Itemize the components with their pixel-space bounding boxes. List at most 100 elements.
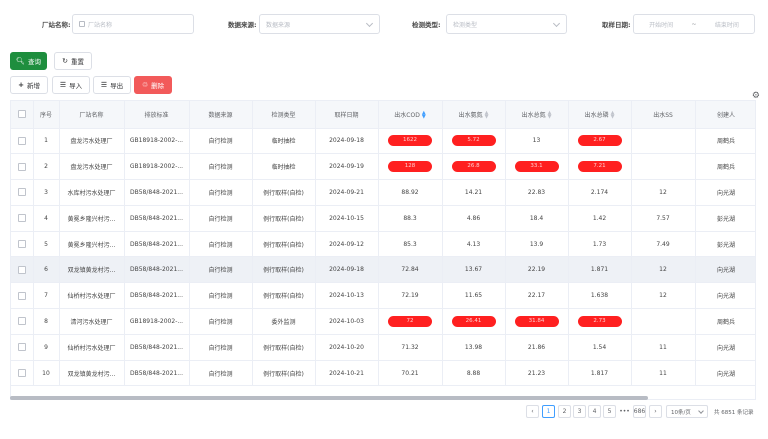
cell-date: 2024-10-13 [315,282,379,310]
cell-std: DB58/848-2021... [124,205,190,232]
cell-no: 1 [33,128,60,155]
cell-ss: 12 [631,282,696,310]
reset-button[interactable]: ↻ 重置 [54,52,92,70]
horizontal-scrollbar[interactable] [10,396,648,400]
header-tn[interactable]: 出水总氮 ▲ ▼ [505,101,569,129]
cell-tp: 1.871 [568,256,632,284]
header-no: 序号 [33,101,60,129]
page-button-3[interactable]: 3 [573,405,586,418]
cell-tp: 1.54 [568,334,632,361]
table-row[interactable]: 8 清河污水处理厂 GB18918-2002-... 自行检测 委外监测 2024-10-… [11,308,755,335]
cell-creator: 向光湖 [695,282,755,310]
row-checkbox[interactable] [11,256,34,284]
cell-creator: 向光湖 [695,360,755,387]
cell-name: 仙桥村污水处理厂 [59,334,125,361]
type-select[interactable]: 检测类型 [446,14,567,34]
table-row[interactable]: 3 水库村污水处理厂 DB58/848-2021... 自行检测 例行取样(自检) 202… [11,179,755,206]
cell-std: DB58/848-2021... [124,256,190,284]
row-checkbox[interactable] [11,231,34,258]
page-button-last[interactable]: 686 [633,405,646,418]
header-standard: 排放标准 [124,101,190,129]
source-select[interactable]: 数据来源 [259,14,380,34]
search-button[interactable]: 🔍︎ 查询 [10,52,47,70]
cell-source: 自行检测 [189,256,253,284]
date-start-placeholder[interactable]: 开始时间 [649,20,673,29]
sort-icon[interactable]: ▲ ▼ [485,111,489,120]
alert-badge: 31.84 [514,315,559,327]
cell-cod: 85.3 [378,231,443,258]
cell-name: 盘龙污水处理厂 [59,153,125,181]
cell-tn: 13 [505,128,569,155]
alert-badge: 72 [388,315,432,327]
cell-ss [631,308,696,335]
cell-nh: 5.72 [442,128,506,155]
cell-creator: 周鹤兵 [695,128,755,155]
table-row[interactable]: 1 盘龙污水处理厂 GB18918-2002-... 自行检测 临时抽检 2024-09-… [11,128,755,155]
row-checkbox[interactable] [11,179,34,206]
row-checkbox[interactable] [11,334,34,361]
cell-no: 3 [33,179,60,206]
prev-page-button[interactable]: ‹ [526,405,539,418]
table-row[interactable]: 10 双龙镇黄龙村污... DB58/848-2021... 自行检测 例行取样(自检)… [11,360,755,387]
cell-date: 2024-09-18 [315,256,379,284]
cell-nh: 26.41 [442,308,506,335]
row-checkbox[interactable] [11,128,34,155]
import-button[interactable]: ☰ 导入 [52,76,90,94]
page-ellipsis[interactable]: ••• [618,405,631,418]
page-button-2[interactable]: 2 [558,405,571,418]
cell-type: 临时抽检 [252,128,316,155]
table-row[interactable]: 5 黄冕乡隆兴村污... DB58/848-2021... 自行检测 例行取样(自检) 2… [11,231,755,258]
header-nh3n[interactable]: 出水氨氮 ▲ ▼ [442,101,506,129]
add-button[interactable]: + 新增 [10,76,48,94]
page-size-select[interactable]: 10条/页 [666,405,708,418]
cell-nh: 11.65 [442,282,506,310]
source-label: 数据来源: [228,21,257,29]
date-range-picker[interactable]: 开始时间 ~ 结束时间 [633,14,755,34]
cell-ss: 12 [631,256,696,284]
header-factory: 厂站名称 [59,101,125,129]
cell-type: 例行取样(自检) [252,179,316,206]
date-end-placeholder[interactable]: 结束时间 [715,20,739,29]
page-button-5[interactable]: 5 [603,405,616,418]
search-icon: 🔍︎ [16,56,25,65]
header-date: 取样日期 [315,101,379,129]
select-all-checkbox[interactable] [11,101,34,129]
page-button-1[interactable]: 1 [542,405,555,418]
cell-nh: 4.13 [442,231,506,258]
page-button-4[interactable]: 4 [588,405,601,418]
cell-date: 2024-10-15 [315,205,379,232]
row-checkbox[interactable] [11,205,34,232]
sort-icon[interactable]: ▲ ▼ [611,111,615,120]
chevron-down-icon [698,408,704,414]
cell-tp: 1.638 [568,282,632,310]
cell-creator: 向光湖 [695,256,755,284]
cell-nh: 14.21 [442,179,506,206]
cell-nh: 8.88 [442,360,506,387]
next-page-button[interactable]: › [649,405,662,418]
cell-creator: 彭光湖 [695,205,755,232]
alert-badge: 26.41 [451,315,496,327]
row-checkbox[interactable] [11,282,34,310]
row-checkbox[interactable] [11,360,34,387]
table-row[interactable]: 7 仙桥村污水处理厂 DB58/848-2021... 自行检测 例行取样(自检) 202… [11,282,755,310]
cell-std: GB18918-2002-... [124,153,190,181]
table-row[interactable]: 6 双龙镇黄龙村污... DB58/848-2021... 自行检测 例行取样(自检) 2… [11,256,755,284]
sort-icon[interactable]: ▲ ▼ [422,111,426,120]
export-button[interactable]: ☰ 导出 [93,76,131,94]
table-row[interactable]: 2 盘龙污水处理厂 GB18918-2002-... 自行检测 临时抽检 2024-09-… [11,153,755,181]
row-checkbox[interactable] [11,153,34,181]
factory-input[interactable]: 厂站名称 [72,14,194,34]
alert-badge: 128 [388,161,432,173]
cell-cod: 128 [378,153,443,181]
cell-name: 双龙镇黄龙村污... [59,360,125,387]
delete-button[interactable]: ♲︎ 删除 [134,76,172,94]
header-cod[interactable]: 出水COD ▲ ▼ [378,101,443,129]
sort-icon[interactable]: ▲ ▼ [548,111,552,120]
table-row[interactable]: 9 仙桥村污水处理厂 DB58/848-2021... 自行检测 例行取样(自检) 202… [11,334,755,361]
table-row[interactable]: 4 黄冕乡隆兴村污... DB58/848-2021... 自行检测 例行取样(自检) 2… [11,205,755,232]
alert-badge: 5.72 [451,135,496,147]
cell-source: 自行检测 [189,360,253,387]
row-checkbox[interactable] [11,308,34,335]
data-table: 序号 厂站名称 排放标准 数据来源 检测类型 取样日期 出水COD ▲ ▼ 出水氨氮… [10,100,756,400]
header-tp[interactable]: 出水总磷 ▲ ▼ [568,101,632,129]
